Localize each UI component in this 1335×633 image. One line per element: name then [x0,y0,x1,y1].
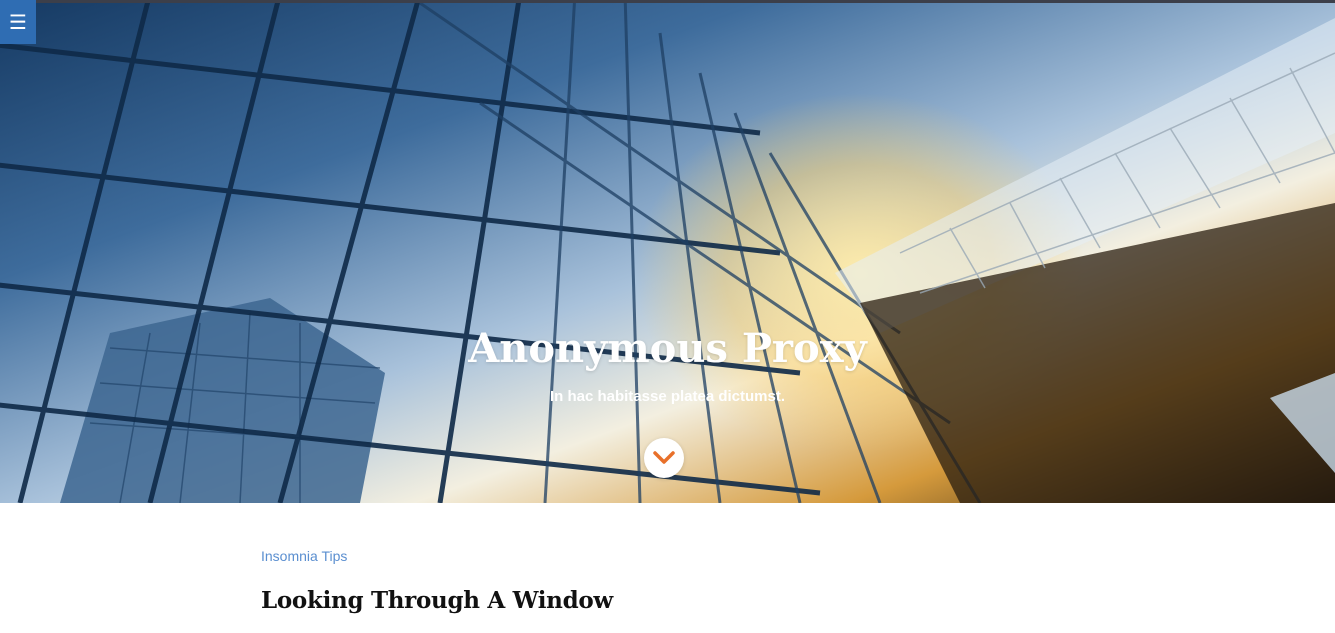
site-title: Anonymous Proxy [468,325,867,372]
post-title[interactable]: Looking Through A Window [261,587,1081,614]
scroll-down-button[interactable] [644,438,684,478]
menu-toggle-button[interactable]: ☰ [0,0,36,44]
post-category-link[interactable]: Insomnia Tips [261,548,347,564]
hamburger-menu-icon: ☰ [9,10,27,34]
hero-banner: Anonymous Proxy In hac habitasse platea … [0,3,1335,503]
hero-background-image [0,3,1335,503]
site-tagline: In hac habitasse platea dictumst. [549,388,786,405]
post-preview: Insomnia Tips Looking Through A Window [261,548,1081,614]
chevron-down-icon [653,451,675,464]
top-border [0,0,1335,3]
